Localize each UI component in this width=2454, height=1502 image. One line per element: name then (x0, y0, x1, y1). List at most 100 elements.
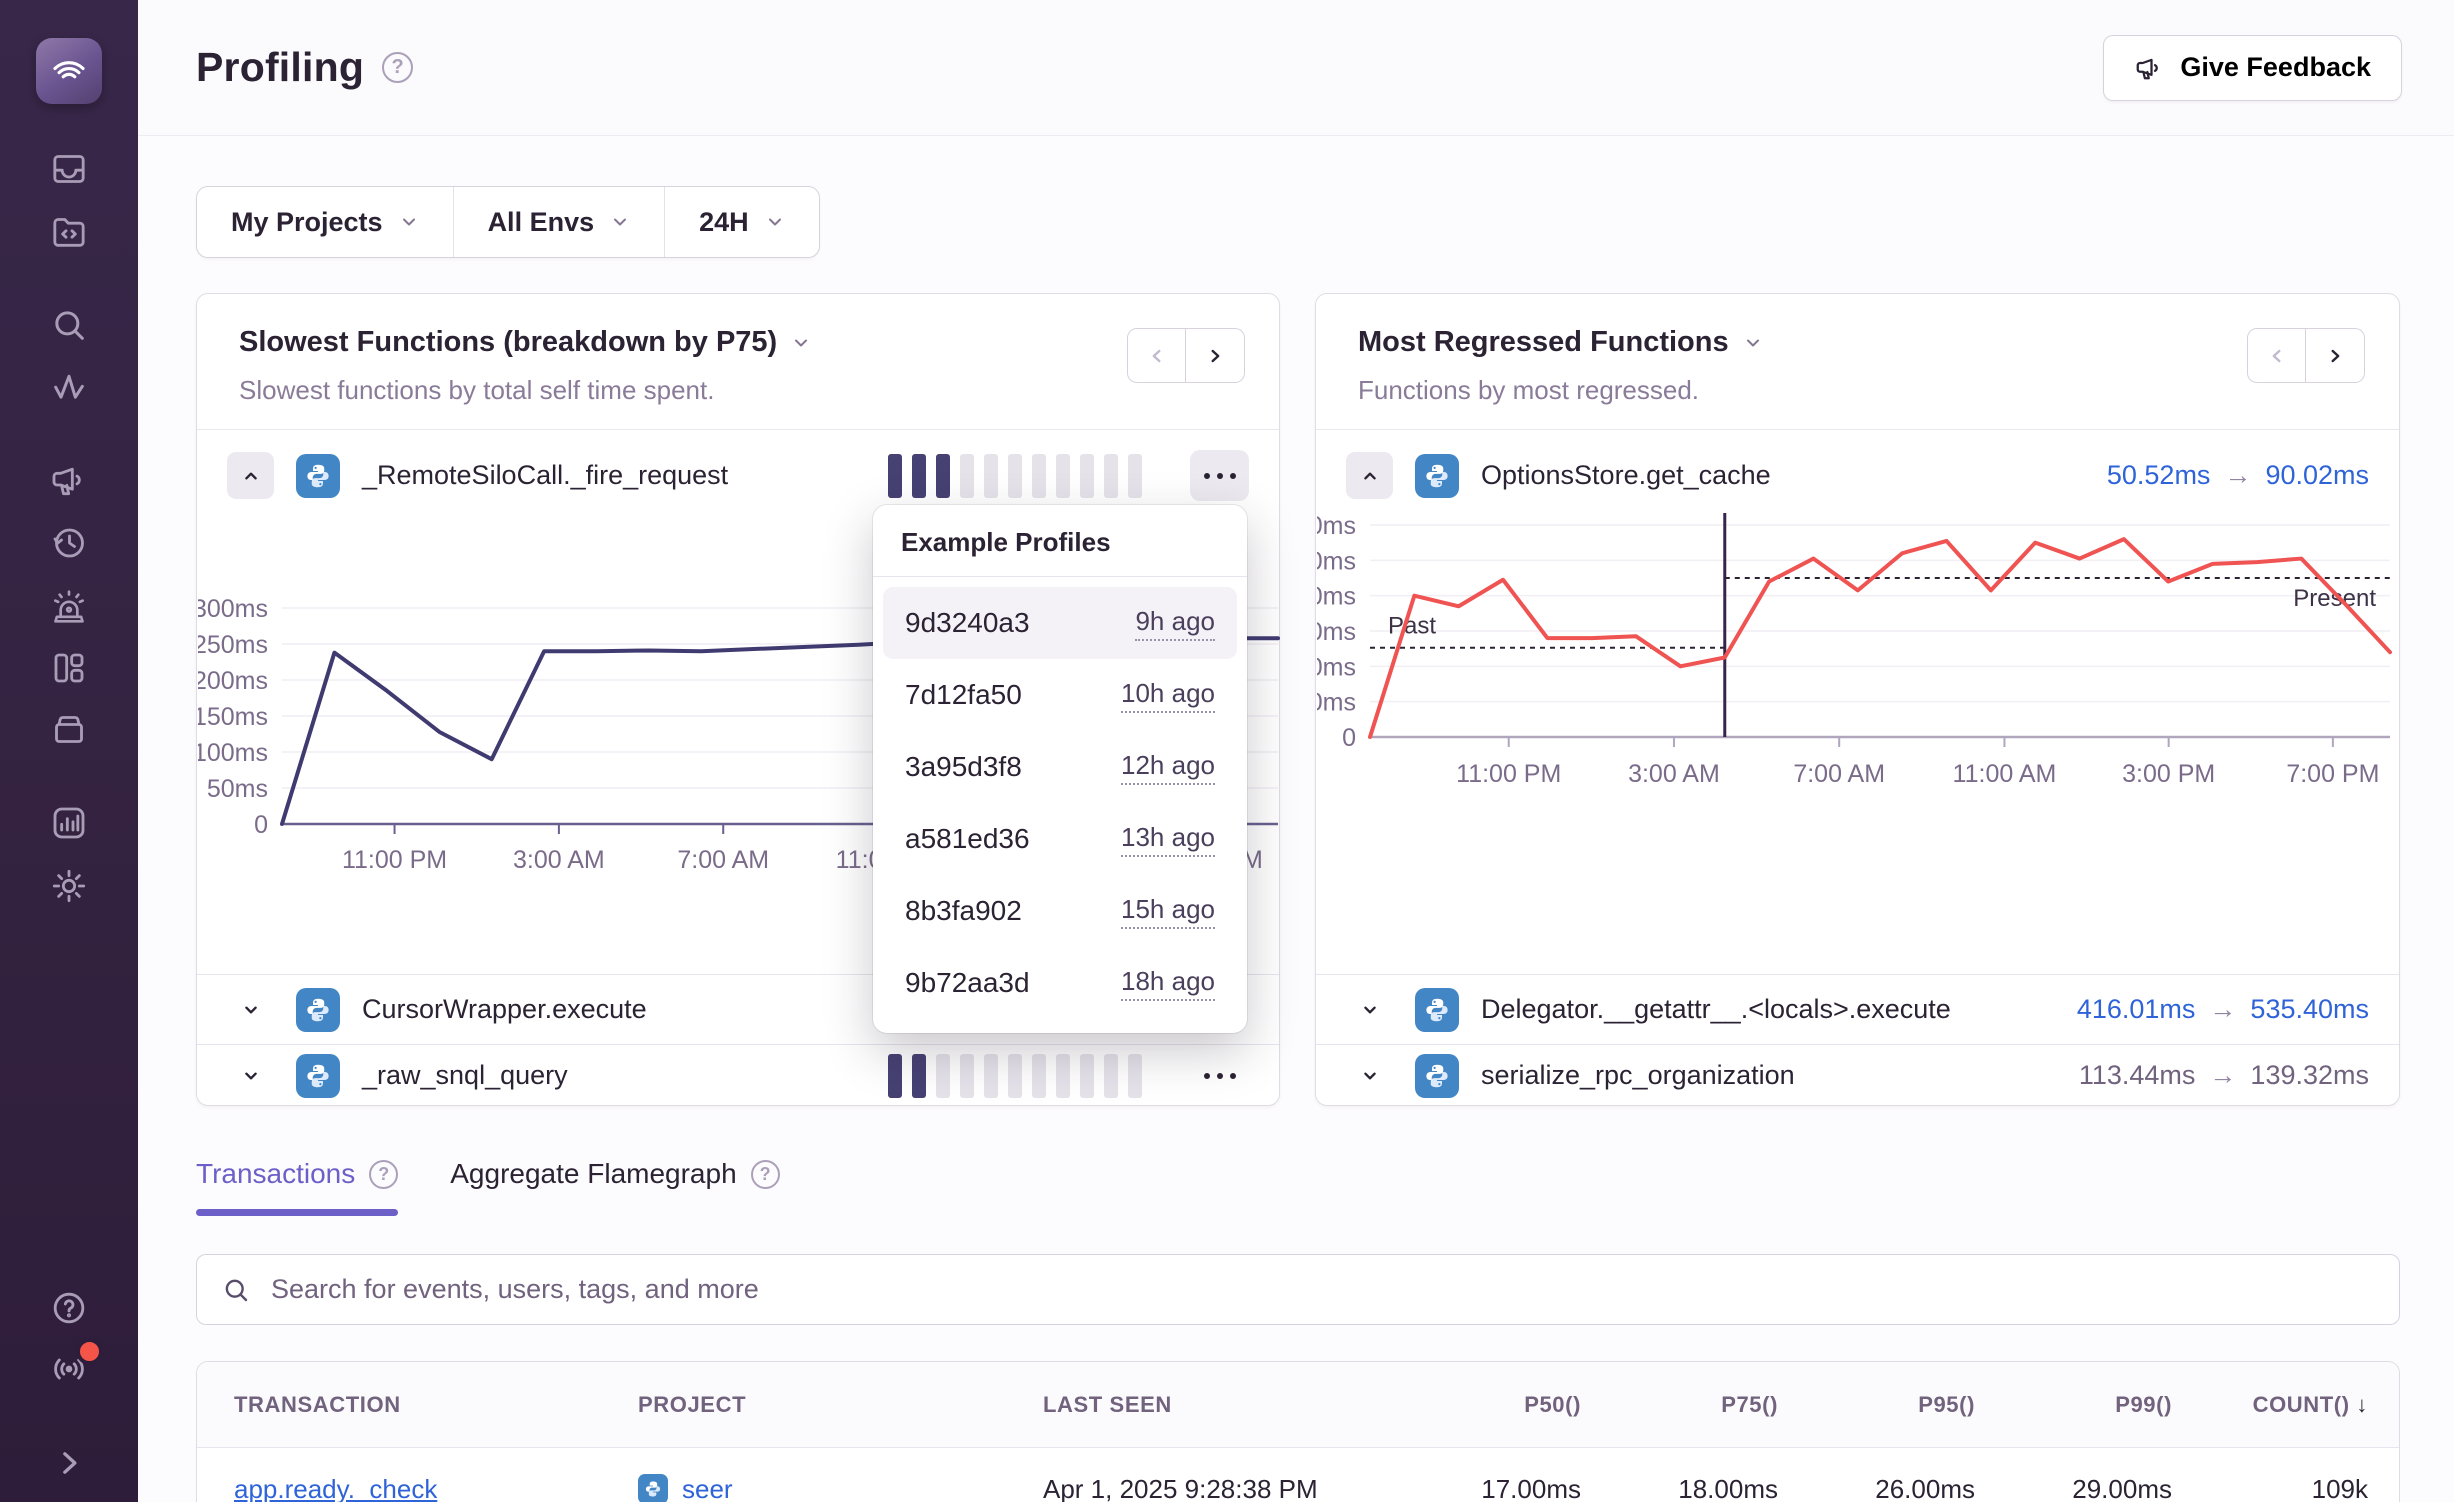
sentry-logo[interactable] (36, 38, 102, 104)
svg-text:7:00 AM: 7:00 AM (677, 846, 769, 874)
profile-id[interactable]: 3a95d3f8 (905, 751, 1022, 783)
profile-id[interactable]: 9d3240a3 (905, 607, 1030, 639)
tab-bar: Transactions ? Aggregate Flamegraph ? (196, 1158, 2400, 1216)
prev-page-button[interactable] (1127, 328, 1186, 383)
project-name[interactable]: seer (682, 1474, 733, 1502)
col-last-seen[interactable]: LAST SEEN (1043, 1392, 1384, 1418)
profile-item[interactable]: 3a95d3f8 12h ago (883, 731, 1237, 803)
collapse-row-button[interactable] (227, 452, 274, 499)
environment-filter[interactable]: All Envs (453, 187, 665, 257)
profile-age[interactable]: 13h ago (1121, 822, 1215, 857)
expand-row-button[interactable] (227, 986, 274, 1033)
table-row[interactable]: app.ready._check seer Apr 1, 2025 9:28:3… (197, 1448, 2399, 1502)
notification-dot (76, 1338, 103, 1365)
page-help-icon[interactable]: ? (382, 52, 413, 83)
explore-icon[interactable] (47, 210, 91, 254)
page-title: Profiling (196, 44, 364, 91)
col-p50[interactable]: P50() (1384, 1392, 1581, 1418)
pagination (1127, 328, 1245, 383)
profile-item[interactable]: 9b72aa3d 18h ago (883, 947, 1237, 1019)
profile-item[interactable]: 8b3fa902 15h ago (883, 875, 1237, 947)
profile-age[interactable]: 15h ago (1121, 894, 1215, 929)
profile-sparkline[interactable] (888, 454, 1142, 498)
profile-item[interactable]: a581ed36 13h ago (883, 803, 1237, 875)
after-duration[interactable]: 139.32ms (2250, 1060, 2369, 1091)
tab-aggregate-flamegraph[interactable]: Aggregate Flamegraph ? (450, 1158, 779, 1216)
expand-row-button[interactable] (1346, 1052, 1393, 1099)
profile-age[interactable]: 10h ago (1121, 678, 1215, 713)
slowest-functions-title[interactable]: Slowest Functions (breakdown by P75) (239, 326, 1239, 359)
profile-age[interactable]: 18h ago (1121, 966, 1215, 1001)
profile-id[interactable]: 7d12fa50 (905, 679, 1022, 711)
before-duration[interactable]: 416.01ms (2077, 994, 2196, 1025)
svg-text:3:00 PM: 3:00 PM (2122, 760, 2215, 788)
stats-icon[interactable] (47, 801, 91, 845)
feedback-icon[interactable] (47, 458, 91, 502)
active-tab-indicator (196, 1209, 398, 1216)
alerts-icon[interactable] (47, 584, 91, 628)
tab-transactions[interactable]: Transactions ? (196, 1158, 398, 1216)
function-row: _raw_snql_query (197, 1044, 1279, 1106)
flamegraph-help-icon[interactable]: ? (751, 1160, 780, 1189)
collapse-icon[interactable] (47, 1441, 91, 1485)
col-p95[interactable]: P95() (1778, 1392, 1975, 1418)
next-page-button[interactable] (2306, 328, 2365, 383)
insights-icon[interactable] (47, 707, 91, 751)
profile-age[interactable]: 12h ago (1121, 750, 1215, 785)
profile-item[interactable]: 7d12fa50 10h ago (883, 659, 1237, 731)
col-count[interactable]: COUNT() ↓ (2172, 1392, 2368, 1418)
before-duration[interactable]: 113.44ms (2079, 1060, 2196, 1091)
svg-text:120ms: 120ms (1317, 512, 1356, 540)
issues-icon[interactable] (47, 147, 91, 191)
col-project[interactable]: PROJECT (638, 1392, 1043, 1418)
col-transaction[interactable]: TRANSACTION (234, 1392, 638, 1418)
give-feedback-button[interactable]: Give Feedback (2103, 35, 2402, 101)
date-range-filter[interactable]: 24H (664, 187, 819, 257)
more-options-button[interactable] (1190, 1050, 1249, 1101)
next-page-button[interactable] (1186, 328, 1245, 383)
help-icon[interactable] (47, 1286, 91, 1330)
transactions-help-icon[interactable]: ? (369, 1160, 398, 1189)
col-p99[interactable]: P99() (1975, 1392, 2172, 1418)
svg-text:11:00 PM: 11:00 PM (342, 846, 447, 874)
releases-icon[interactable] (47, 521, 91, 565)
profile-item[interactable]: 9d3240a3 9h ago (883, 587, 1237, 659)
arrow-icon: → (2209, 1060, 2236, 1091)
traces-icon[interactable] (47, 366, 91, 410)
function-name[interactable]: serialize_rpc_organization (1481, 1060, 1795, 1091)
chevron-down-icon (1743, 333, 1763, 353)
python-icon (296, 988, 340, 1032)
col-p75[interactable]: P75() (1581, 1392, 1778, 1418)
svg-text:20ms: 20ms (1317, 689, 1356, 717)
most-regressed-title[interactable]: Most Regressed Functions (1358, 326, 2359, 359)
svg-text:100ms: 100ms (198, 739, 268, 767)
page-header: Profiling ? Give Feedback (138, 0, 2454, 136)
profile-age[interactable]: 9h ago (1135, 606, 1215, 641)
function-name[interactable]: _RemoteSiloCall._fire_request (362, 460, 728, 491)
function-name[interactable]: Delegator.__getattr__.<locals>.execute (1481, 994, 1951, 1025)
settings-icon[interactable] (47, 864, 91, 908)
python-icon (296, 454, 340, 498)
prev-page-button[interactable] (2247, 328, 2306, 383)
svg-text:7:00 PM: 7:00 PM (2286, 760, 2379, 788)
search-icon (221, 1275, 251, 1305)
profile-id[interactable]: 9b72aa3d (905, 967, 1030, 999)
projects-filter[interactable]: My Projects (197, 187, 453, 257)
more-options-button[interactable] (1190, 450, 1249, 501)
transaction-link: app.ready._check (234, 1474, 638, 1502)
expand-row-button[interactable] (1346, 986, 1393, 1033)
after-duration[interactable]: 535.40ms (2250, 994, 2369, 1025)
profile-id[interactable]: 8b3fa902 (905, 895, 1022, 927)
svg-text:100ms: 100ms (1317, 547, 1356, 575)
search-input[interactable] (269, 1273, 2375, 1306)
profile-sparkline[interactable] (888, 1054, 1142, 1098)
dashboards-icon[interactable] (47, 646, 91, 690)
svg-text:7:00 AM: 7:00 AM (1793, 760, 1885, 788)
most-regressed-card: Most Regressed Functions Functions by mo… (1315, 293, 2400, 1106)
project-cell[interactable]: seer (638, 1474, 1043, 1502)
profile-id[interactable]: a581ed36 (905, 823, 1030, 855)
expand-row-button[interactable] (227, 1052, 274, 1099)
function-name[interactable]: CursorWrapper.execute (362, 994, 647, 1025)
search-icon[interactable] (47, 303, 91, 347)
function-name[interactable]: _raw_snql_query (362, 1060, 568, 1091)
